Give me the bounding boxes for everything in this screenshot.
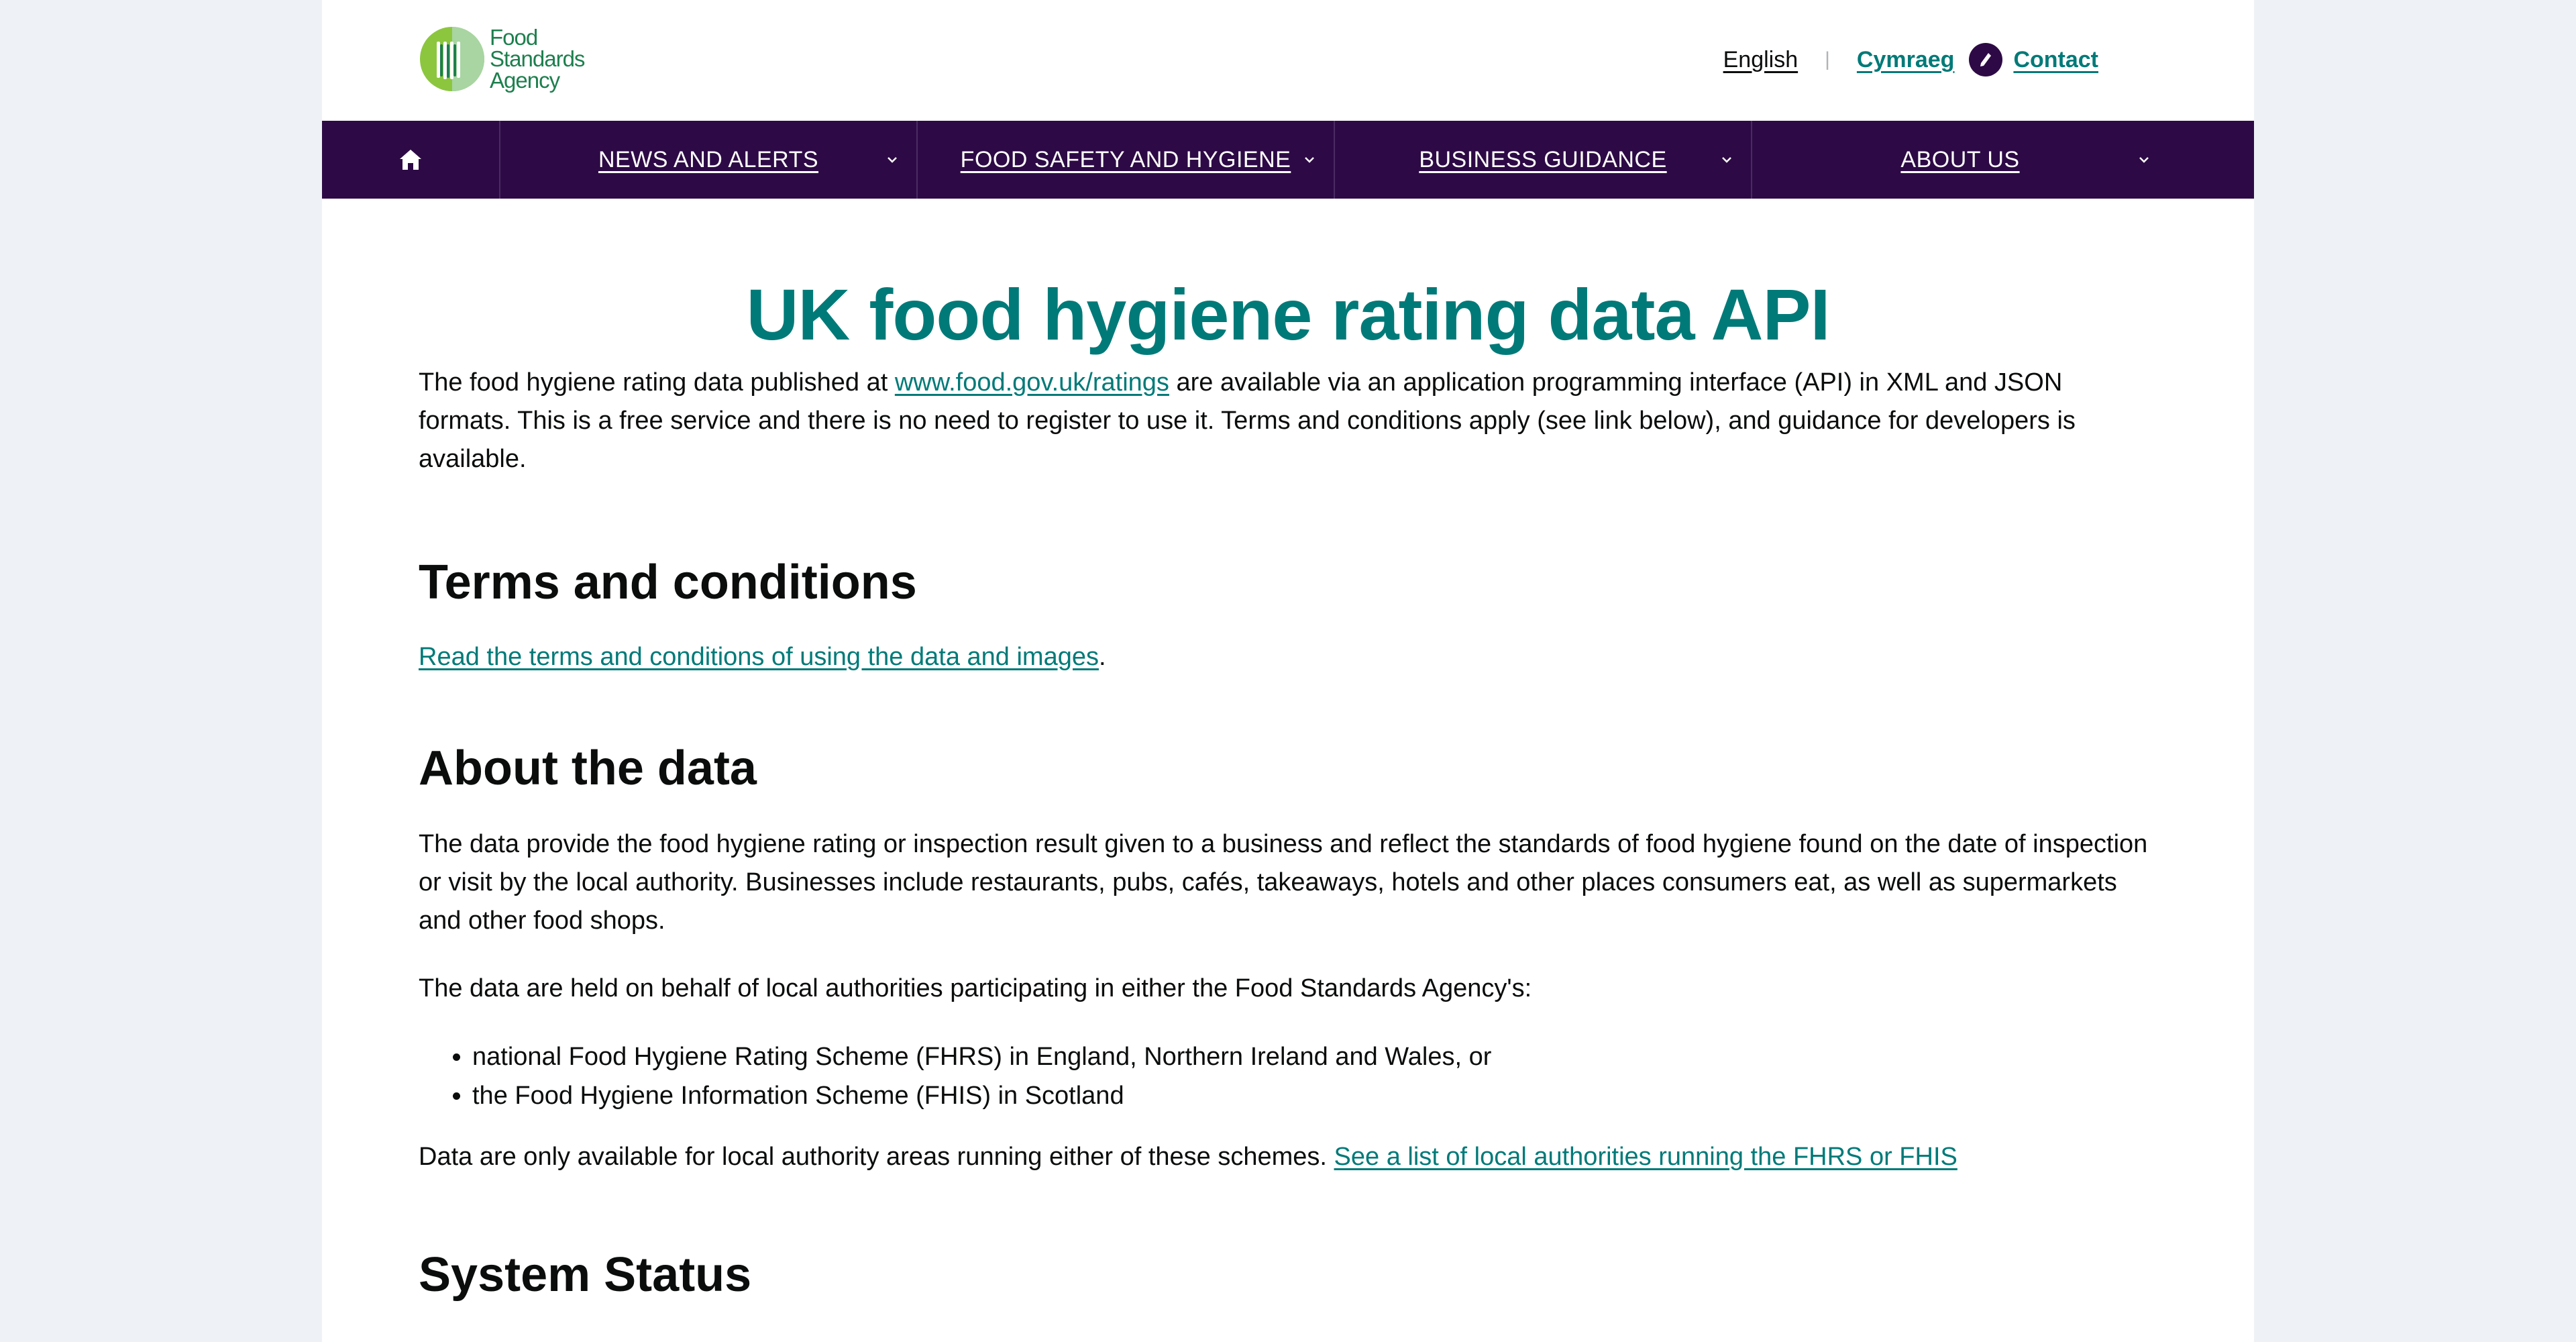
fsa-logo[interactable]: Food Standards Agency	[419, 25, 585, 93]
intro-text: The food hygiene rating data published a…	[419, 368, 895, 397]
home-icon	[400, 150, 421, 170]
about-paragraph: The data provide the food hygiene rating…	[419, 830, 2148, 935]
header-links: English | Cymraeg Contact	[1723, 43, 2098, 76]
contact-label[interactable]: Contact	[2013, 47, 2098, 73]
site-header: Food Standards Agency English | Cymraeg …	[322, 0, 2254, 121]
about-paragraph: The data are held on behalf of local aut…	[419, 974, 1532, 1002]
nav-item-label: BUSINESS GUIDANCE	[1419, 146, 1667, 172]
about-text: Data are only available for local author…	[419, 1143, 1334, 1171]
nav-item-business-guidance[interactable]: BUSINESS GUIDANCE	[1335, 121, 1752, 199]
nav-item-news-and-alerts[interactable]: NEWS AND ALERTS	[500, 121, 918, 199]
intro-paragraph: The food hygiene rating data published a…	[419, 364, 2157, 478]
schemes-list: national Food Hygiene Rating Scheme (FHR…	[419, 1037, 2157, 1115]
main-nav: NEWS AND ALERTS FOOD SAFETY AND HYGIENE …	[322, 121, 2254, 199]
page-title: UK food hygiene rating data API	[746, 274, 1830, 355]
logo-line: Food	[490, 25, 538, 50]
contact-link[interactable]: Contact	[1969, 43, 2098, 76]
page: Food Standards Agency English | Cymraeg …	[322, 0, 2254, 1342]
chevron-down-icon	[2139, 157, 2149, 163]
fsa-logo-icon	[420, 27, 484, 91]
list-item: the Food Hygiene Information Scheme (FHI…	[472, 1076, 2157, 1115]
about-heading: About the data	[419, 741, 757, 795]
local-authorities-link[interactable]: See a list of local authorities running …	[1334, 1143, 1957, 1171]
terms-heading: Terms and conditions	[419, 556, 917, 609]
pencil-icon	[1969, 43, 2003, 76]
nav-item-food-safety-and-hygiene[interactable]: FOOD SAFETY AND HYGIENE	[918, 121, 1335, 199]
terms-paragraph: Read the terms and conditions of using t…	[419, 638, 2157, 676]
system-status-heading: System Status	[419, 1248, 752, 1302]
ratings-link[interactable]: www.food.gov.uk/ratings	[895, 368, 1169, 397]
about-paragraph: Data are only available for local author…	[419, 1138, 2157, 1176]
nav-item-label: FOOD SAFETY AND HYGIENE	[960, 146, 1291, 172]
list-item: national Food Hygiene Rating Scheme (FHR…	[472, 1037, 2157, 1076]
terms-link[interactable]: Read the terms and conditions of using t…	[419, 643, 1099, 671]
main-content: UK food hygiene rating data API The food…	[419, 199, 2157, 1305]
nav-home[interactable]	[322, 121, 500, 199]
chevron-down-icon	[888, 157, 897, 163]
terms-period: .	[1098, 643, 1106, 671]
lang-separator: |	[1825, 48, 1830, 70]
nav-item-about-us[interactable]: ABOUT US	[1752, 121, 2168, 199]
logo-text: Food Standards Agency	[490, 25, 585, 93]
lang-welsh-link[interactable]: Cymraeg	[1857, 47, 1955, 73]
chevron-down-icon	[1305, 157, 1314, 163]
logo-line: Agency	[490, 68, 560, 93]
logo-line: Standards	[490, 46, 585, 71]
lang-english-link[interactable]: English	[1723, 47, 1799, 73]
nav-item-label: ABOUT US	[1900, 146, 2020, 172]
chevron-down-icon	[1722, 157, 1731, 163]
nav-item-label: NEWS AND ALERTS	[598, 146, 819, 172]
